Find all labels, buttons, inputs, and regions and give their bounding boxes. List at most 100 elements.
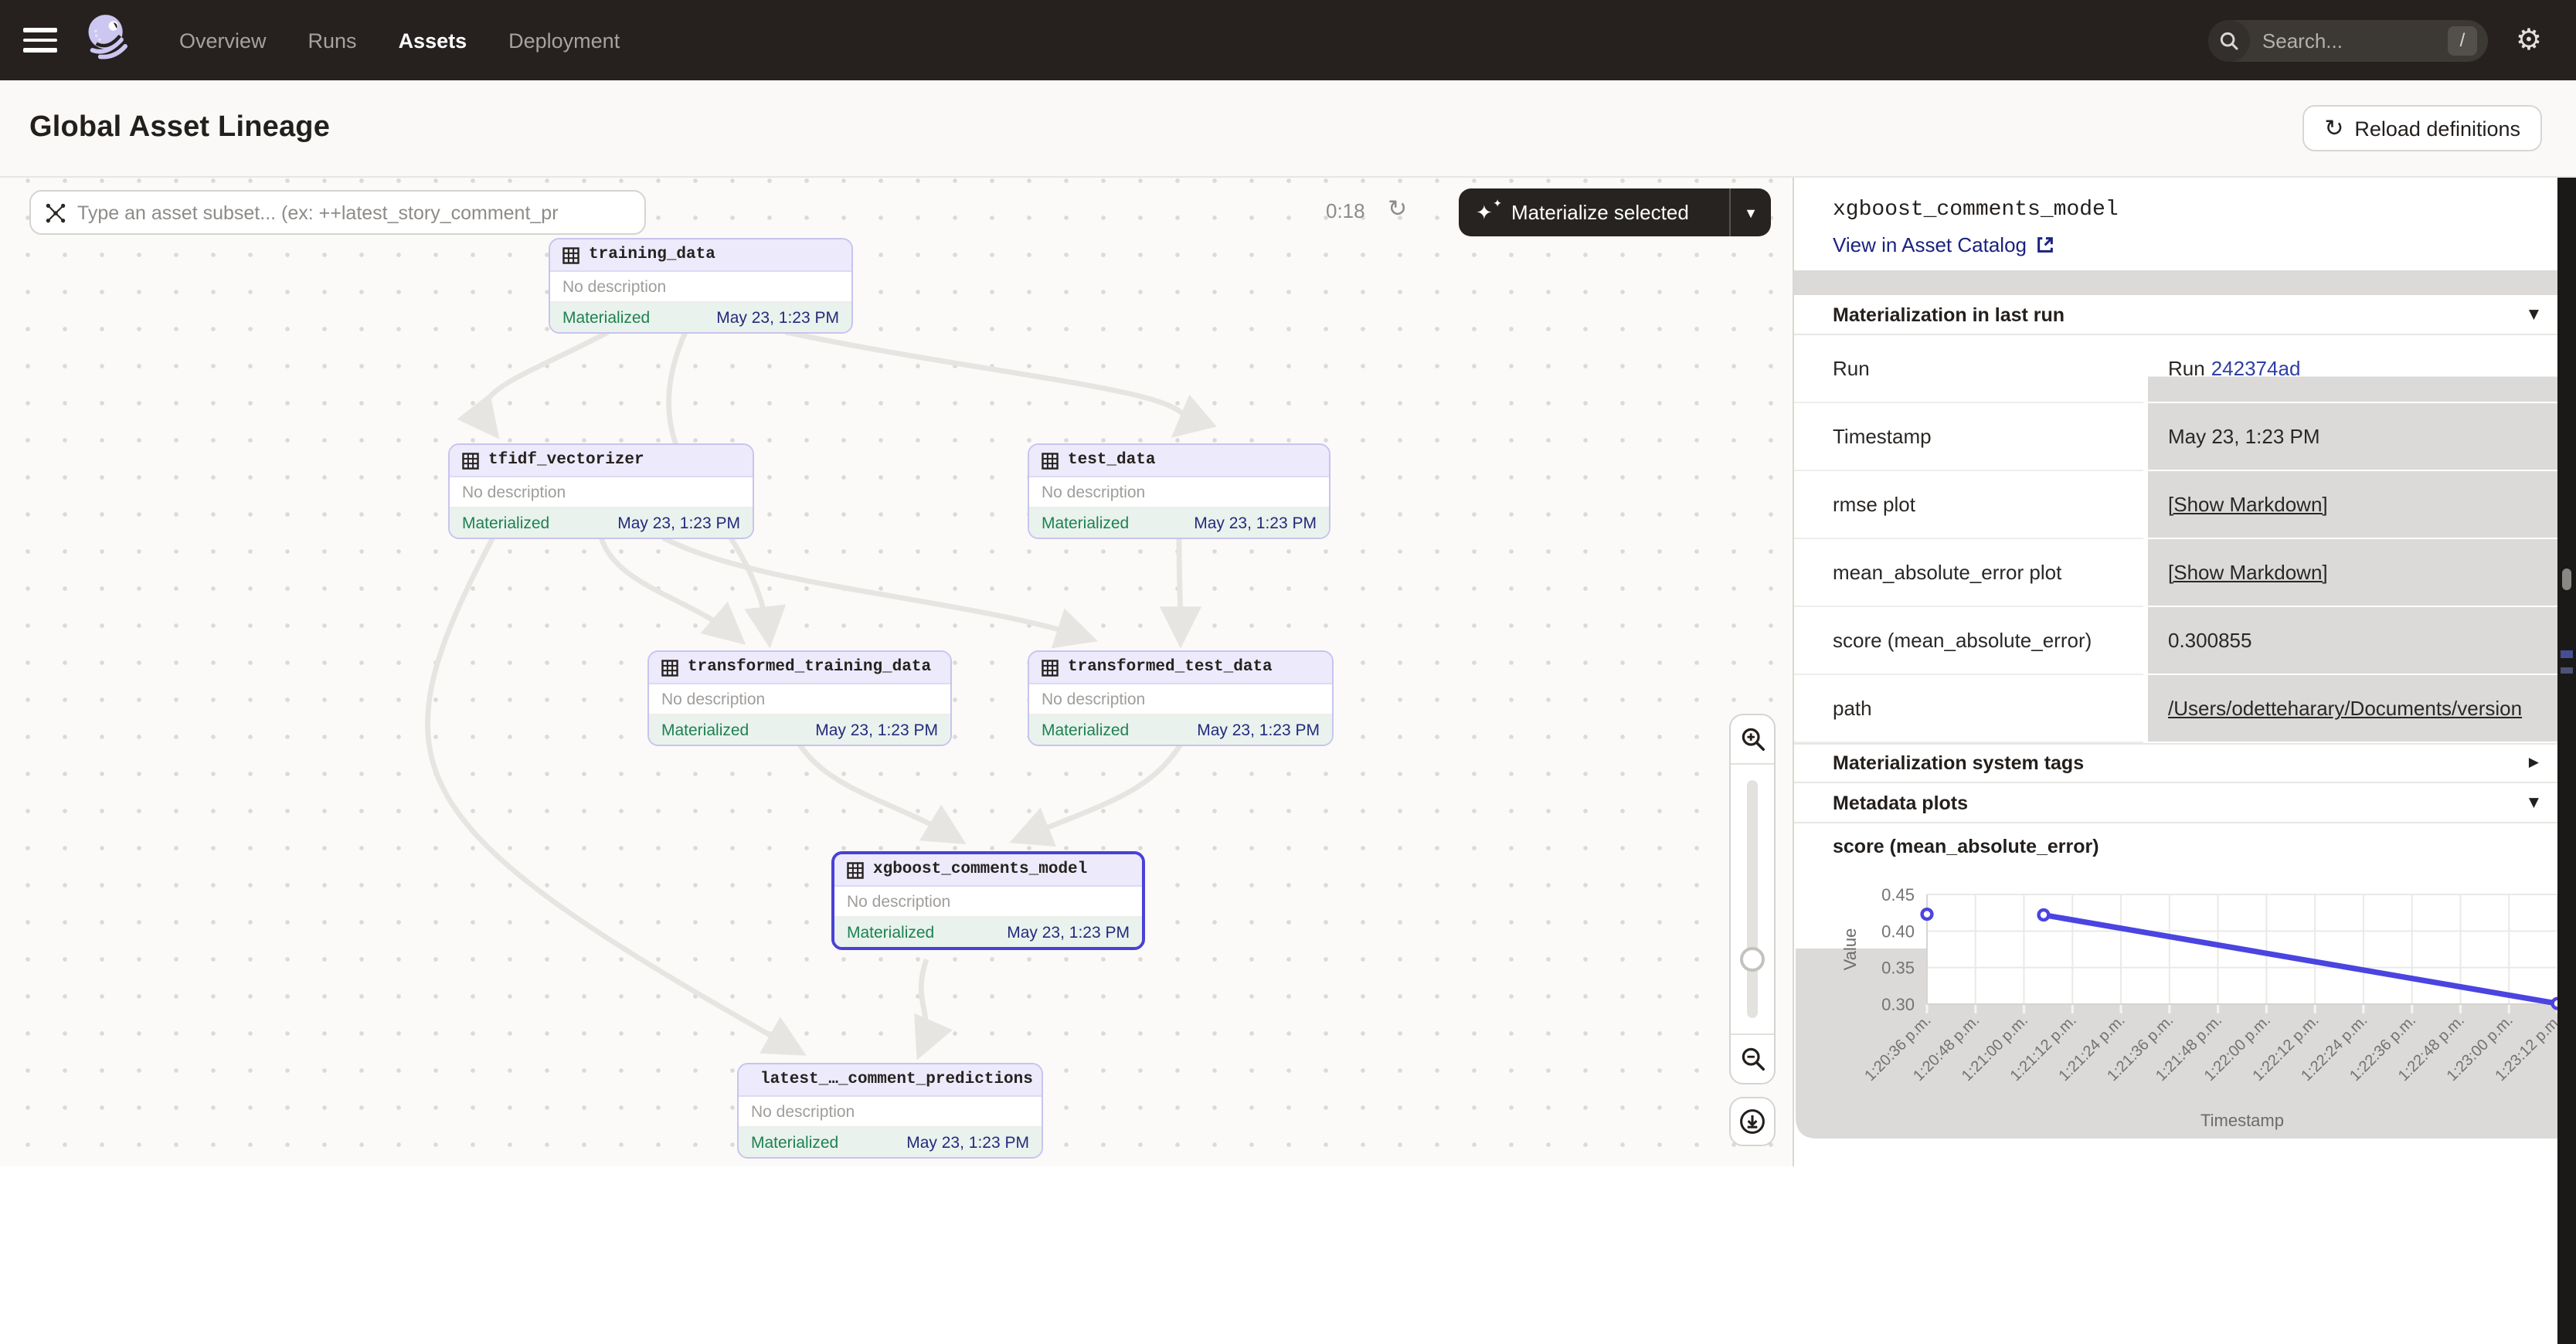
asset-timestamp: May 23, 1:23 PM — [1007, 923, 1130, 942]
search-icon — [2208, 19, 2250, 61]
nav-tabs: Overview Runs Assets Deployment — [179, 29, 620, 52]
metadata-row-path: path/Users/odetteharary/Documents/versio… — [1794, 675, 2557, 743]
gear-icon[interactable]: ⚙ — [2516, 25, 2542, 55]
refresh-icon[interactable]: ↻ — [1388, 195, 1407, 222]
asset-node-label: xgboost_comments_model — [873, 860, 1087, 879]
svg-text:Timestamp: Timestamp — [2200, 1111, 2284, 1130]
metadata-row-score-mean_absolute_error-: score (mean_absolute_error)0.300855 — [1794, 607, 2557, 675]
reload-definitions-button[interactable]: ↻ Reload definitions — [2302, 105, 2542, 151]
table-icon — [661, 659, 678, 676]
metadata-link[interactable]: /Users/odetteharary/Documents/version — [2168, 697, 2522, 720]
asset-node-label: tfidf_vectorizer — [488, 451, 644, 470]
asset-status: Materialized — [462, 514, 549, 532]
metadata-link[interactable]: [Show Markdown] — [2168, 561, 2328, 584]
zoom-slider[interactable] — [1731, 765, 1774, 1033]
metadata-value: [Show Markdown] — [2143, 539, 2557, 607]
refresh-timer: 0:18 — [1326, 199, 1365, 222]
graph-filter-icon — [45, 202, 66, 223]
asset-timestamp: May 23, 1:23 PM — [1194, 514, 1317, 532]
materialize-dropdown-caret[interactable]: ▼ — [1729, 188, 1771, 236]
nav-tab-assets[interactable]: Assets — [399, 29, 467, 52]
asset-node-transformed_test_data[interactable]: transformed_test_data No description Mat… — [1028, 650, 1334, 746]
asset-node-label: transformed_test_data — [1068, 658, 1273, 677]
chevron-down-icon: ▼ — [2529, 795, 2539, 810]
svg-text:0.35: 0.35 — [1881, 959, 1915, 978]
asset-timestamp: May 23, 1:23 PM — [1197, 721, 1320, 739]
asset-status: Materialized — [1042, 514, 1129, 532]
metadata-link[interactable]: [Show Markdown] — [2168, 493, 2328, 516]
asset-node-latest_comment_predictions[interactable]: latest_…_comment_predictions No descript… — [737, 1063, 1043, 1159]
asset-node-description: No description — [1029, 684, 1332, 715]
asset-node-description: No description — [834, 887, 1142, 918]
metadata-row-rmse-plot: rmse plot [Show Markdown] — [1794, 471, 2557, 539]
panel-divider-band — [1794, 270, 2557, 295]
zoom-controls — [1729, 714, 1776, 1084]
svg-text:Value: Value — [1840, 928, 1860, 971]
asset-status: Materialized — [751, 1133, 838, 1152]
zoom-slider-thumb[interactable] — [1740, 947, 1765, 972]
table-icon — [562, 246, 579, 263]
metadata-row-run: RunRun 242374ad — [1794, 335, 2557, 403]
svg-text:0.40: 0.40 — [1881, 921, 1915, 941]
nav-tab-overview[interactable]: Overview — [179, 29, 267, 52]
score-line-chart: 1:20:36 p.m.1:20:48 p.m.1:21:00 p.m.1:21… — [1794, 860, 2557, 1139]
section-metadata-plots[interactable]: Metadata plots ▼ — [1794, 783, 2557, 823]
asset-lineage-graph[interactable]: training_data No description Materialize… — [0, 178, 1793, 1166]
table-icon — [1042, 659, 1059, 676]
metadata-row-timestamp: TimestampMay 23, 1:23 PM — [1794, 403, 2557, 471]
asset-timestamp: May 23, 1:23 PM — [815, 721, 938, 739]
asset-node-test_data[interactable]: test_data No description Materialized Ma… — [1028, 443, 1330, 539]
asset-node-transformed_training_data[interactable]: transformed_training_data No description… — [647, 650, 952, 746]
zoom-slider-track[interactable] — [1747, 780, 1758, 1018]
asset-name: xgboost_comments_model — [1833, 198, 2557, 222]
svg-text:0.45: 0.45 — [1881, 885, 1915, 904]
external-link-icon — [2034, 235, 2054, 255]
search-placeholder: Search... — [2262, 29, 2343, 52]
asset-subset-filter[interactable] — [29, 190, 646, 235]
nav-tab-runs[interactable]: Runs — [308, 29, 357, 52]
reload-icon: ↻ — [2324, 117, 2343, 140]
section-system-tags[interactable]: Materialization system tags ▶ — [1794, 743, 2557, 783]
asset-node-label: training_data — [589, 246, 715, 264]
dagster-logo-icon[interactable] — [82, 10, 134, 70]
asset-node-tfidf_vectorizer[interactable]: tfidf_vectorizer No description Material… — [448, 443, 754, 539]
asset-timestamp: May 23, 1:23 PM — [716, 308, 839, 327]
metadata-key: score (mean_absolute_error) — [1794, 607, 2143, 675]
metadata-key: rmse plot — [1794, 471, 2143, 539]
asset-node-description: No description — [649, 684, 950, 715]
metadata-value: May 23, 1:23 PM — [2143, 403, 2557, 471]
asset-node-label: test_data — [1068, 451, 1155, 470]
table-icon — [1042, 452, 1059, 469]
page-header: Global Asset Lineage ↻ Reload definition… — [0, 80, 2576, 178]
asset-timestamp: May 23, 1:23 PM — [617, 514, 740, 532]
metadata-value: /Users/odetteharary/Documents/version — [2143, 675, 2557, 743]
window-edge-strip — [2557, 178, 2576, 1344]
app-root: Overview Runs Assets Deployment Search... /… — [0, 0, 2576, 1166]
asset-node-label: latest_…_comment_predictions — [760, 1071, 1033, 1089]
menu-button[interactable] — [23, 28, 57, 53]
top-nav: Overview Runs Assets Deployment Search... /… — [0, 0, 2576, 80]
asset-subset-input[interactable] — [77, 202, 630, 223]
search-input[interactable]: Search... / — [2208, 19, 2488, 61]
asset-status: Materialized — [661, 721, 749, 739]
metadata-key: Run — [1794, 335, 2143, 403]
table-icon — [462, 452, 479, 469]
asset-node-description: No description — [550, 272, 851, 303]
asset-node-training_data[interactable]: training_data No description Materialize… — [549, 238, 853, 334]
download-graph-button[interactable] — [1729, 1097, 1776, 1146]
view-in-asset-catalog-link[interactable]: View in Asset Catalog — [1833, 233, 2557, 256]
nav-right: Search... / ⚙ — [2208, 19, 2576, 61]
metadata-key: mean_absolute_error plot — [1794, 539, 2143, 607]
run-link[interactable]: 242374ad — [2211, 357, 2301, 380]
scrollbar-thumb[interactable] — [2562, 568, 2571, 590]
materialize-selected-button[interactable]: ✦✦ Materialize selected ▼ — [1459, 188, 1771, 236]
download-icon — [1738, 1108, 1766, 1135]
section-materialization-last-run[interactable]: Materialization in last run ▼ — [1794, 295, 2557, 335]
zoom-out-button[interactable] — [1731, 1033, 1774, 1083]
nav-tab-deployment[interactable]: Deployment — [508, 29, 620, 52]
metadata-value: [Show Markdown] — [2143, 471, 2557, 539]
metadata-value: Run 242374ad — [2143, 335, 2557, 403]
metadata-table: RunRun 242374adTimestampMay 23, 1:23 PMr… — [1794, 335, 2557, 743]
asset-node-xgboost_comments_model[interactable]: xgboost_comments_model No description Ma… — [831, 851, 1145, 950]
zoom-in-button[interactable] — [1731, 715, 1774, 765]
